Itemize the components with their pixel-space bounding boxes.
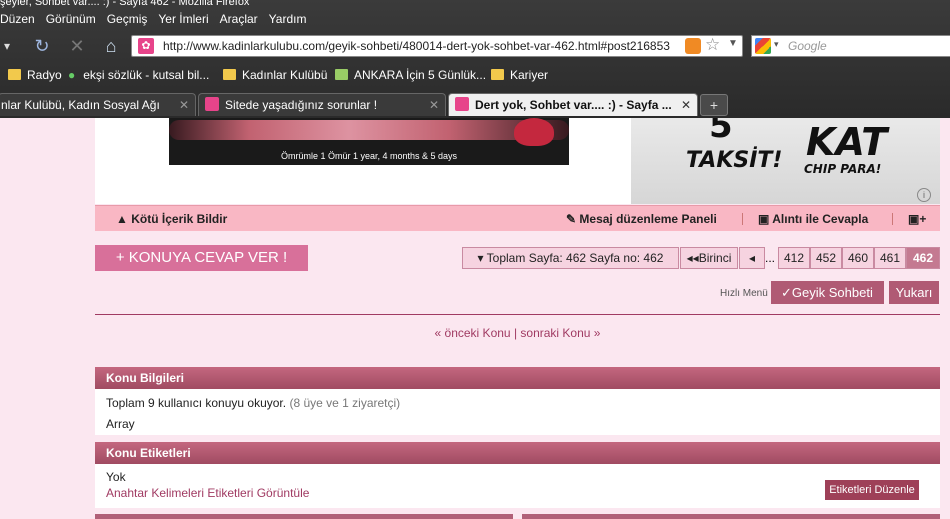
box-header-partial — [522, 514, 940, 519]
tab-dert-yok[interactable]: Dert yok, Sohbet var.... :) - Sayfa ... ✕ — [448, 93, 698, 116]
divider — [742, 213, 743, 225]
url-dropdown-icon[interactable]: ▼ — [728, 38, 738, 49]
divider — [892, 213, 893, 225]
folder-icon — [491, 69, 504, 80]
warning-icon: ▲ — [116, 212, 128, 226]
next-thread-link[interactable]: sonraki Konu » — [520, 326, 600, 340]
window-title: şeyler, Sohbet var.... :) - Sayfa 462 - … — [0, 0, 250, 8]
page-link[interactable]: 460 — [842, 247, 874, 269]
close-tab-icon[interactable]: ✕ — [681, 94, 691, 116]
menu-help[interactable]: Yardım — [269, 9, 307, 29]
bookmark-star-icon[interactable]: ☆ — [705, 35, 720, 55]
tab-kadinlar[interactable]: nlar Kulübü, Kadın Sosyal Ağı ✕ — [0, 93, 196, 116]
post-footer-bar: ▲ Kötü İçerik Bildir ✎ Mesaj düzenleme P… — [95, 205, 940, 231]
rss-icon[interactable] — [685, 38, 701, 54]
bookmark-kadinlar[interactable]: Kadınlar Kulübü — [223, 68, 327, 82]
dropdown-arrow-icon: ▾ — [477, 251, 484, 265]
ad-kat: KAT — [806, 120, 888, 164]
ad-taksit: TAKSİT! — [686, 148, 783, 173]
page-link[interactable]: 412 — [778, 247, 810, 269]
heart-image — [514, 118, 554, 146]
quote-reply-button[interactable]: ▣ Alıntı ile Cevapla — [758, 212, 868, 226]
check-icon: ✓ — [781, 285, 792, 300]
multi-quote-icon[interactable]: ▣+ — [908, 212, 926, 226]
url-bar[interactable]: ✿ http://www.kadinlarkulubu.com/geyik-so… — [131, 35, 743, 57]
folder-icon — [8, 69, 21, 80]
viewer-count: Toplam 9 kullanıcı konuyu okuyor. (8 üye… — [106, 396, 401, 410]
edit-tags-button[interactable]: Etiketleri Düzenle — [825, 480, 919, 500]
back-to-top-button[interactable]: Yukarı — [889, 281, 939, 304]
box-header-partial — [95, 514, 513, 519]
info-box-body: Toplam 9 kullanıcı konuyu okuyor. (8 üye… — [95, 389, 940, 435]
search-engine-dropdown-icon[interactable]: ▾ — [774, 39, 779, 50]
bookmark-eksi[interactable]: ● ekşi sözlük - kutsal bil... — [68, 68, 209, 82]
bookmark-kariyer[interactable]: Kariyer — [491, 68, 548, 82]
stop-icon[interactable]: ✕ — [66, 35, 88, 57]
divider — [95, 314, 940, 315]
page-icon — [335, 69, 348, 80]
edit-panel-button[interactable]: ✎ Mesaj düzenleme Paneli — [566, 212, 717, 226]
thread-navigation: « önceki Konu | sonraki Konu » — [0, 326, 950, 340]
ribbon-image — [169, 120, 569, 140]
tag-keywords-link[interactable]: Anahtar Kelimeleri Etiketleri Görüntüle — [106, 486, 309, 500]
site-favicon-icon — [205, 97, 219, 111]
bookmark-radyo[interactable]: Radyo — [8, 68, 62, 82]
info-box-title: Konu Bilgileri — [95, 367, 940, 389]
bookmarks-toolbar: Radyo ● ekşi sözlük - kutsal bil... Kadın… — [0, 65, 950, 87]
search-input[interactable]: Google — [788, 39, 827, 53]
menu-bar: Düzen Görünüm Geçmiş Yer İmleri Araçlar Yardı… — [0, 9, 400, 29]
tab-strip: nlar Kulübü, Kadın Sosyal Ağı ✕ Sitede ya… — [0, 91, 950, 116]
page-link[interactable]: 461 — [874, 247, 906, 269]
signature-ticker: Ömrümle 1 Ömür 1 year, 4 months & 5 days — [169, 118, 569, 165]
leaf-icon: ● — [68, 68, 76, 82]
thread-nav-separator: | — [513, 326, 518, 340]
bookmark-ankara[interactable]: ANKARA İçin 5 Günlük... — [335, 68, 486, 82]
menu-view[interactable]: Görünüm — [46, 9, 96, 29]
back-dropdown-icon[interactable]: ▾ — [0, 35, 18, 57]
tags-box-body: Yok Anahtar Kelimeleri Etiketleri Görünt… — [95, 464, 940, 508]
menu-edit[interactable]: Düzen — [0, 9, 35, 29]
page-ellipsis: ... — [765, 251, 776, 265]
google-icon[interactable] — [755, 38, 771, 54]
array-text: Array — [106, 417, 135, 431]
reload-icon[interactable]: ↻ — [31, 35, 53, 57]
first-page-button[interactable]: ◂◂Birinci — [680, 247, 738, 269]
tags-value: Yok — [106, 470, 126, 484]
site-favicon-icon — [455, 97, 469, 111]
rewind-icon: ◂◂ — [686, 251, 699, 265]
ticker-text: Ömrümle 1 Ömür 1 year, 4 months & 5 days — [280, 151, 458, 161]
page-summary-dropdown[interactable]: ▾ Toplam Sayfa: 462 Sayfa no: 462 — [462, 247, 679, 269]
ad-info-icon[interactable]: i — [917, 188, 931, 202]
current-page: 462 — [906, 247, 940, 269]
site-favicon-icon: ✿ — [138, 38, 154, 54]
quote-icon: ▣ — [758, 212, 770, 226]
quick-nav-select[interactable]: ✓Geyik Sohbeti — [771, 281, 884, 304]
home-icon[interactable]: ⌂ — [100, 35, 122, 57]
prev-page-icon[interactable]: ◂ — [739, 247, 765, 269]
advertisement[interactable]: 5 TAKSİT! KAT CHIP PARA! i — [631, 118, 940, 204]
menu-history[interactable]: Geçmiş — [107, 9, 148, 29]
prev-thread-link[interactable]: « önceki Konu — [435, 326, 511, 340]
menu-tools[interactable]: Araçlar — [220, 9, 258, 29]
search-bar[interactable]: ▾ Google — [751, 35, 950, 57]
quick-nav-label: Hızlı Menü — [720, 288, 768, 299]
ad-number: 5 — [709, 118, 733, 146]
tab-sorunlar[interactable]: Sitede yaşadığınız sorunlar ! ✕ — [198, 93, 446, 116]
report-button[interactable]: ▲ Kötü İçerik Bildir — [116, 212, 227, 226]
menu-bookmarks[interactable]: Yer İmleri — [158, 9, 208, 29]
close-tab-icon[interactable]: ✕ — [179, 94, 189, 116]
new-tab-button[interactable]: + — [700, 94, 728, 116]
folder-icon — [223, 69, 236, 80]
pencil-icon: ✎ — [566, 212, 577, 226]
page-link[interactable]: 452 — [810, 247, 842, 269]
close-tab-icon[interactable]: ✕ — [429, 94, 439, 116]
tags-box-title: Konu Etiketleri — [95, 442, 940, 464]
ad-chip: CHIP PARA! — [804, 162, 882, 176]
url-text[interactable]: http://www.kadinlarkulubu.com/geyik-sohb… — [163, 39, 670, 53]
reply-button[interactable]: + KONUYA CEVAP VER ! — [95, 245, 308, 271]
